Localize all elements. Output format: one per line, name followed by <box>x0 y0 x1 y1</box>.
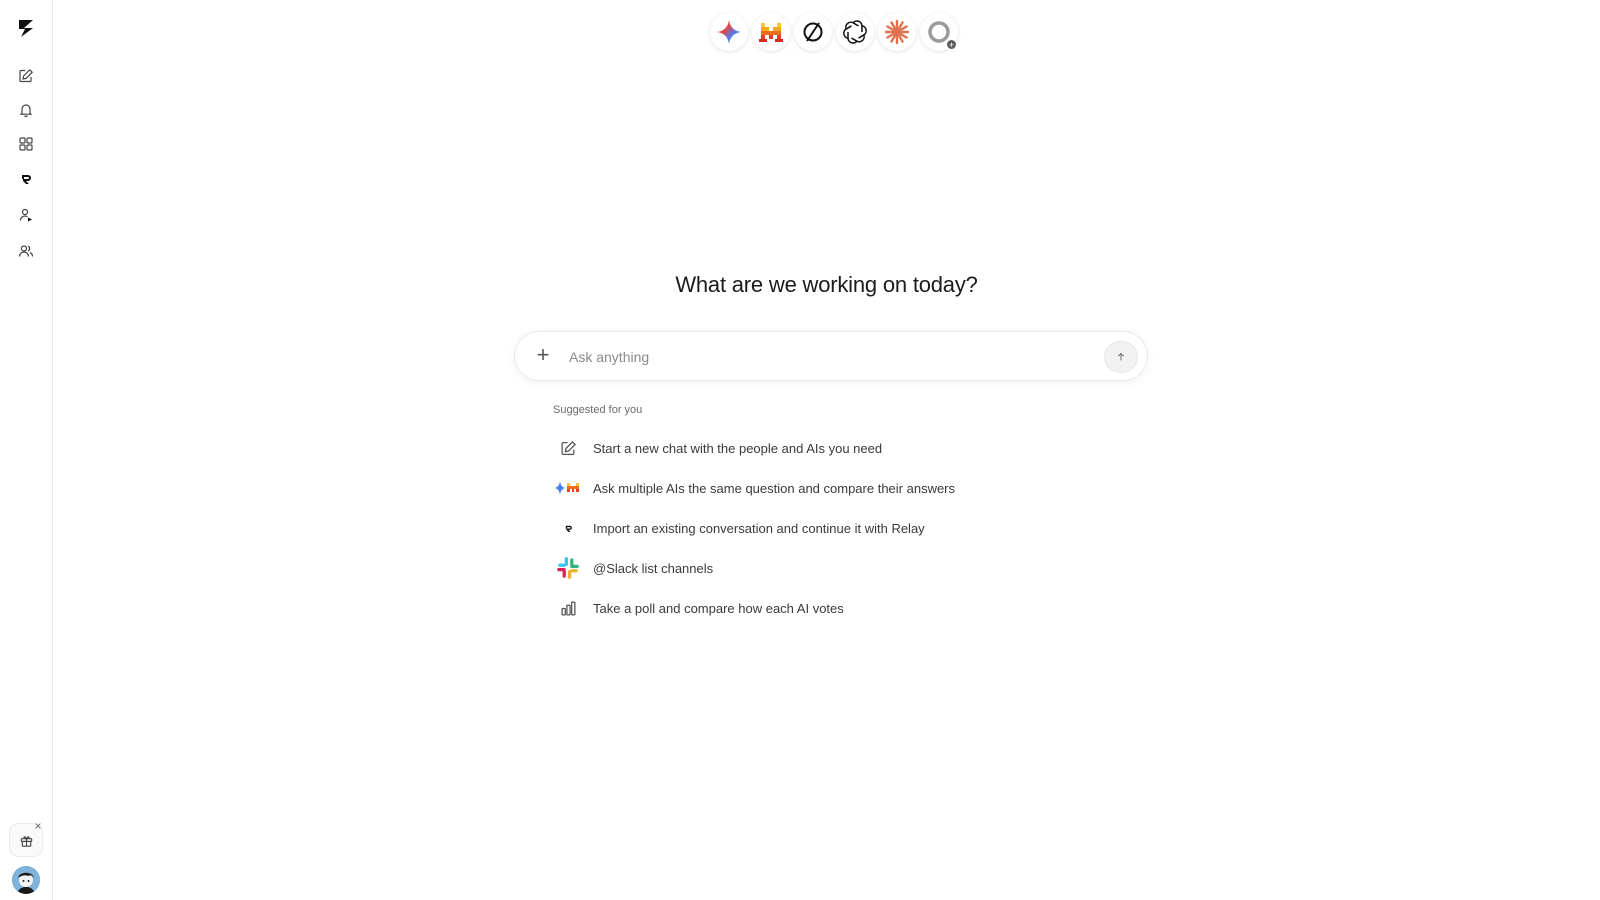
suggestion-label: Ask multiple AIs the same question and c… <box>593 480 956 496</box>
compose-icon <box>560 440 576 455</box>
gemini-model-button[interactable] <box>710 13 748 51</box>
perplexity-model-button[interactable] <box>794 13 832 51</box>
compose-icon <box>19 68 34 83</box>
people-icon <box>18 245 34 257</box>
grid-icon <box>19 137 33 151</box>
gift-close-button[interactable]: × <box>31 819 45 833</box>
page-title: What are we working on today? <box>675 272 978 297</box>
openai-model-button[interactable] <box>836 13 874 51</box>
notifications-button[interactable] <box>13 97 39 123</box>
apps-button[interactable] <box>13 131 39 157</box>
new-chat-button[interactable] <box>13 63 39 89</box>
mistral-icon <box>759 23 783 42</box>
agents-button[interactable] <box>13 202 39 228</box>
suggested-title: Suggested for you <box>553 404 643 416</box>
relay-button[interactable] <box>13 166 39 192</box>
ask-input[interactable] <box>569 345 1069 369</box>
add-attachment-button[interactable]: + <box>533 344 553 366</box>
suggestion-label: @Slack list channels <box>593 560 714 576</box>
suggestion-label: Import an existing conversation and cont… <box>593 520 925 536</box>
claude-model-button[interactable] <box>878 13 916 51</box>
suggestion-slack[interactable]: @Slack list channels <box>553 548 1073 588</box>
multi-ai-icon <box>555 481 579 495</box>
suggestion-import[interactable]: Import an existing conversation and cont… <box>553 508 1073 548</box>
slack-icon <box>557 557 579 579</box>
suggestion-compare[interactable]: Ask multiple AIs the same question and c… <box>553 468 1073 508</box>
openai-icon <box>843 20 867 44</box>
composer: + <box>514 331 1148 381</box>
perplexity-icon <box>803 22 823 42</box>
avatar[interactable] <box>12 866 40 894</box>
contacts-button[interactable] <box>13 238 39 264</box>
suggestion-poll[interactable]: Take a poll and compare how each AI vote… <box>553 588 1073 628</box>
gift-icon <box>20 835 32 847</box>
gemini-icon <box>717 20 741 44</box>
send-button[interactable] <box>1104 341 1138 373</box>
model-selector: + <box>710 13 958 53</box>
mistral-model-button[interactable] <box>752 13 790 51</box>
add-model-badge: + <box>946 39 957 50</box>
app-window: × + What are we working on today? + Ask … <box>0 0 1600 900</box>
sidebar: × <box>0 0 53 900</box>
bar-chart-icon <box>560 600 576 616</box>
relay-logo-icon[interactable] <box>14 16 38 40</box>
more-models-button[interactable]: + <box>920 13 958 51</box>
person-arrow-icon <box>19 208 32 222</box>
suggestion-new-chat[interactable]: Start a new chat with the people and AIs… <box>553 428 1073 468</box>
arrow-up-icon <box>1117 352 1125 361</box>
claude-icon <box>884 19 910 45</box>
suggestions-list: Start a new chat with the people and AIs… <box>553 428 1073 628</box>
suggestion-label: Start a new chat with the people and AIs… <box>593 440 883 456</box>
relay-icon <box>22 175 31 184</box>
relay-icon <box>565 525 572 532</box>
suggestion-label: Take a poll and compare how each AI vote… <box>593 600 844 616</box>
bell-icon <box>19 104 33 118</box>
